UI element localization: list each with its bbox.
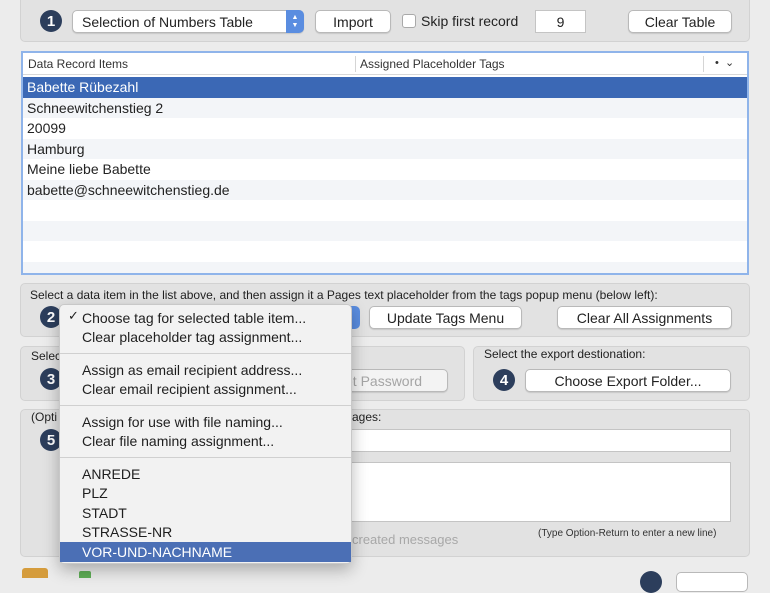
table-body: Babette Rübezahl Schneewitchenstieg 2 20… xyxy=(23,75,747,273)
import-button[interactable]: Import xyxy=(315,10,391,33)
col-header-placeholder-tags[interactable]: Assigned Placeholder Tags xyxy=(360,57,505,71)
table-row[interactable]: Schneewitchenstieg 2 xyxy=(23,97,747,118)
table-row[interactable]: Meine liebe Babette xyxy=(23,159,747,180)
step-1-badge: 1 xyxy=(40,10,62,32)
menu-item-clear-tag[interactable]: Clear placeholder tag assignment... xyxy=(60,328,351,348)
table-row[interactable]: 20099 xyxy=(23,118,747,139)
empty-row xyxy=(23,241,747,262)
section-5-label: (Opti xyxy=(31,410,58,424)
table-row[interactable]: Hamburg xyxy=(23,138,747,159)
document-icon[interactable] xyxy=(79,571,91,578)
table-header: Data Record Items Assigned Placeholder T… xyxy=(23,53,747,75)
empty-row xyxy=(23,261,747,273)
update-tags-menu-button[interactable]: Update Tags Menu xyxy=(369,306,522,329)
menu-item-tag-vor-und-nachname[interactable]: VOR-UND-NACHNAME xyxy=(60,542,351,562)
newline-hint: (Type Option-Return to enter a new line) xyxy=(538,528,717,539)
step-4-badge: 4 xyxy=(493,369,515,391)
section-5-hint: created messages xyxy=(352,532,459,547)
menu-item-label: Choose tag for selected table item... xyxy=(82,309,307,326)
export-label: Select the export destionation: xyxy=(484,347,646,361)
set-password-label: et Password xyxy=(345,372,423,389)
menu-item-tag-strasse-nr[interactable]: STRASSE-NR xyxy=(60,523,351,543)
clear-all-assignments-button[interactable]: Clear All Assignments xyxy=(557,306,732,329)
col-header-data-items[interactable]: Data Record Items xyxy=(28,57,128,71)
chevron-updown-icon: ▲ ▼ xyxy=(286,10,304,33)
menu-item-choose-tag[interactable]: ✓ Choose tag for selected table item... xyxy=(60,308,351,328)
section-5-label-right: ages: xyxy=(352,410,382,424)
choose-export-folder-button[interactable]: Choose Export Folder... xyxy=(525,369,731,392)
skip-count-field[interactable]: 9 xyxy=(535,10,586,33)
data-source-select[interactable]: Selection of Numbers Table ▲ ▼ xyxy=(72,10,304,33)
clear-table-button[interactable]: Clear Table xyxy=(628,10,732,33)
bottom-button[interactable] xyxy=(676,572,748,592)
menu-item-clear-file-naming[interactable]: Clear file naming assignment... xyxy=(60,432,351,452)
skip-count-value: 9 xyxy=(556,13,565,30)
menu-separator xyxy=(60,405,351,406)
col-divider xyxy=(703,56,704,72)
menu-item-tag-anrede[interactable]: ANREDE xyxy=(60,464,351,484)
placeholder-tag-menu: ✓ Choose tag for selected table item... … xyxy=(59,304,352,564)
menu-item-assign-email[interactable]: Assign as email recipient address... xyxy=(60,360,351,380)
menu-separator xyxy=(60,457,351,458)
subject-field[interactable] xyxy=(340,429,731,452)
assign-instructions: Select a data item in the list above, an… xyxy=(30,288,658,302)
menu-item-tag-plz[interactable]: PLZ xyxy=(60,484,351,504)
data-record-table[interactable]: Data Record Items Assigned Placeholder T… xyxy=(21,51,749,275)
help-icon[interactable] xyxy=(640,571,662,593)
checkmark-icon: ✓ xyxy=(68,308,79,323)
menu-item-tag-stadt[interactable]: STADT xyxy=(60,503,351,523)
empty-row xyxy=(23,200,747,221)
message-body-field[interactable] xyxy=(340,462,731,522)
app-icon[interactable] xyxy=(22,568,48,578)
menu-separator xyxy=(60,353,351,354)
menu-item-assign-file-naming[interactable]: Assign for use with file naming... xyxy=(60,412,351,432)
menu-item-clear-email[interactable]: Clear email recipient assignment... xyxy=(60,380,351,400)
data-source-select-label: Selection of Numbers Table xyxy=(82,13,253,30)
table-row[interactable]: Babette Rübezahl xyxy=(23,77,747,98)
column-options-icon[interactable]: • ⌄ xyxy=(715,56,734,69)
table-row[interactable]: babette@schneewitchenstieg.de xyxy=(23,179,747,200)
section-3-label: Selec xyxy=(31,349,62,363)
col-divider xyxy=(355,56,356,72)
skip-first-record-label: Skip first record xyxy=(421,13,519,29)
empty-row xyxy=(23,220,747,241)
skip-first-record-checkbox[interactable] xyxy=(402,14,416,28)
